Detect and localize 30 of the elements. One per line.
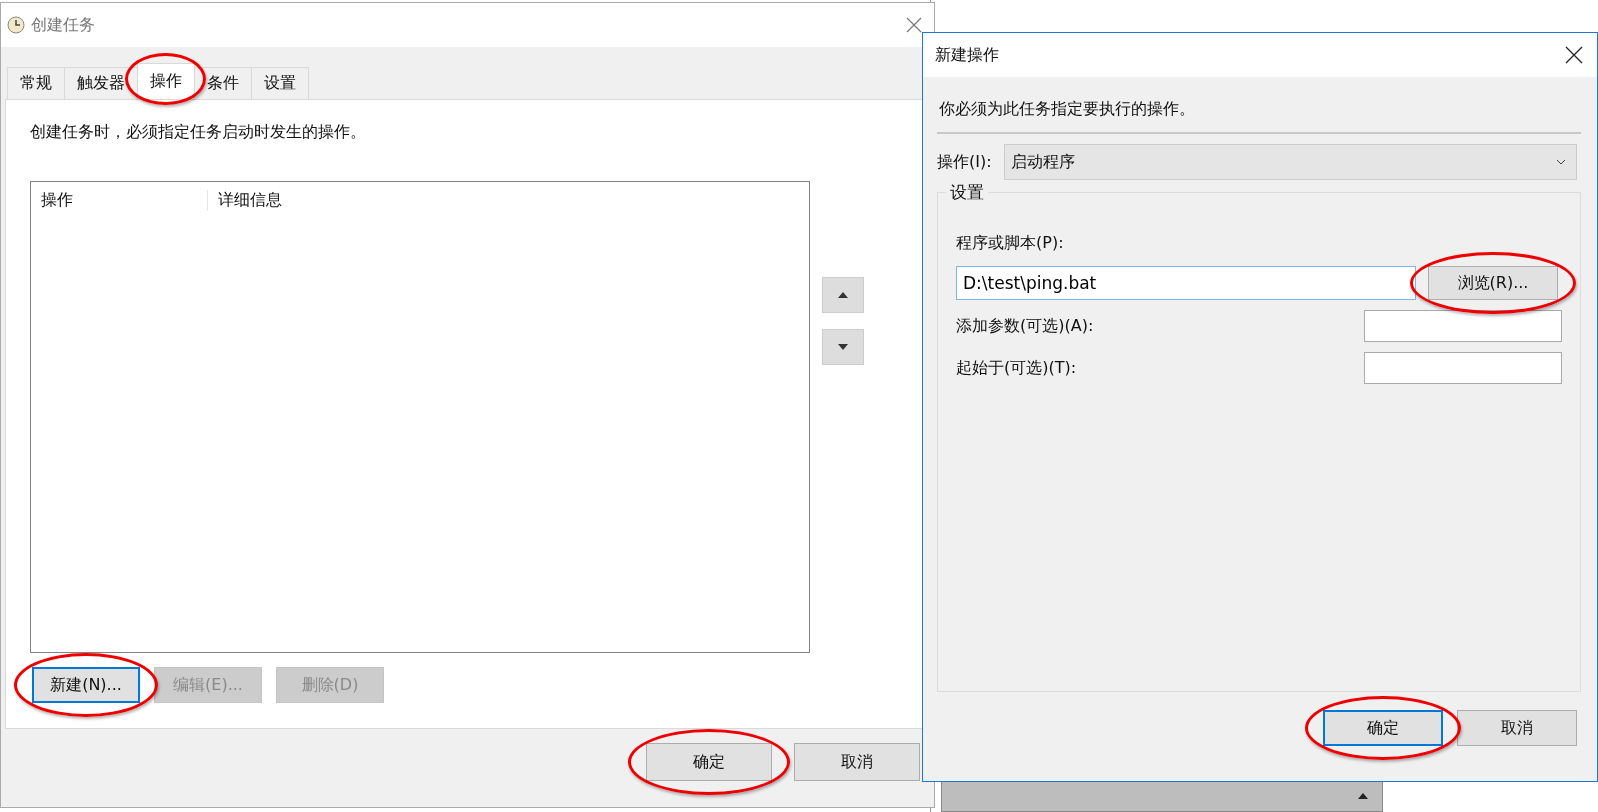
action-dropdown[interactable]: 启动程序: [1003, 144, 1577, 180]
input-field[interactable]: [1364, 310, 1562, 342]
instruction-text: 你必须为此任务指定要执行的操作。: [939, 99, 1196, 120]
action-button[interactable]: 新建(N)...: [32, 667, 140, 703]
field-label: 起始于(可选)(T):: [956, 357, 1077, 379]
arrow-up-icon: [1358, 793, 1368, 799]
tab[interactable]: 操作: [137, 63, 195, 99]
field-label: 添加参数(可选)(A):: [956, 315, 1094, 337]
window-title: 新建操作: [935, 44, 1000, 66]
dialog-button[interactable]: 取消: [1457, 710, 1577, 746]
chevron-down-icon: [1556, 159, 1566, 165]
field-label: 程序或脚本(P):: [956, 233, 1065, 254]
tab[interactable]: 常规: [7, 67, 65, 99]
dialog-button[interactable]: 确定: [1323, 710, 1443, 746]
dialog-button[interactable]: 确定: [646, 743, 772, 781]
program-input-field[interactable]: D:\test\ping.bat: [956, 266, 1416, 300]
column-header[interactable]: 详细信息: [208, 189, 282, 211]
window-title: 创建任务: [31, 14, 96, 36]
clock-icon: [7, 16, 25, 34]
action-list[interactable]: 操作 详细信息: [30, 181, 810, 653]
arrow-down-icon: [838, 344, 848, 350]
column-header[interactable]: 操作: [31, 189, 208, 211]
browse-button[interactable]: 浏览(R)...: [1428, 266, 1558, 300]
close-icon[interactable]: [1565, 46, 1583, 64]
description-text: 创建任务时，必须指定任务启动时发生的操作。: [30, 122, 367, 143]
action-label: 操作(I):: [937, 151, 992, 173]
tab[interactable]: 设置: [251, 67, 309, 99]
dialog-button[interactable]: 取消: [794, 743, 920, 781]
arrow-up-icon: [838, 292, 848, 298]
input-field[interactable]: [1364, 352, 1562, 384]
